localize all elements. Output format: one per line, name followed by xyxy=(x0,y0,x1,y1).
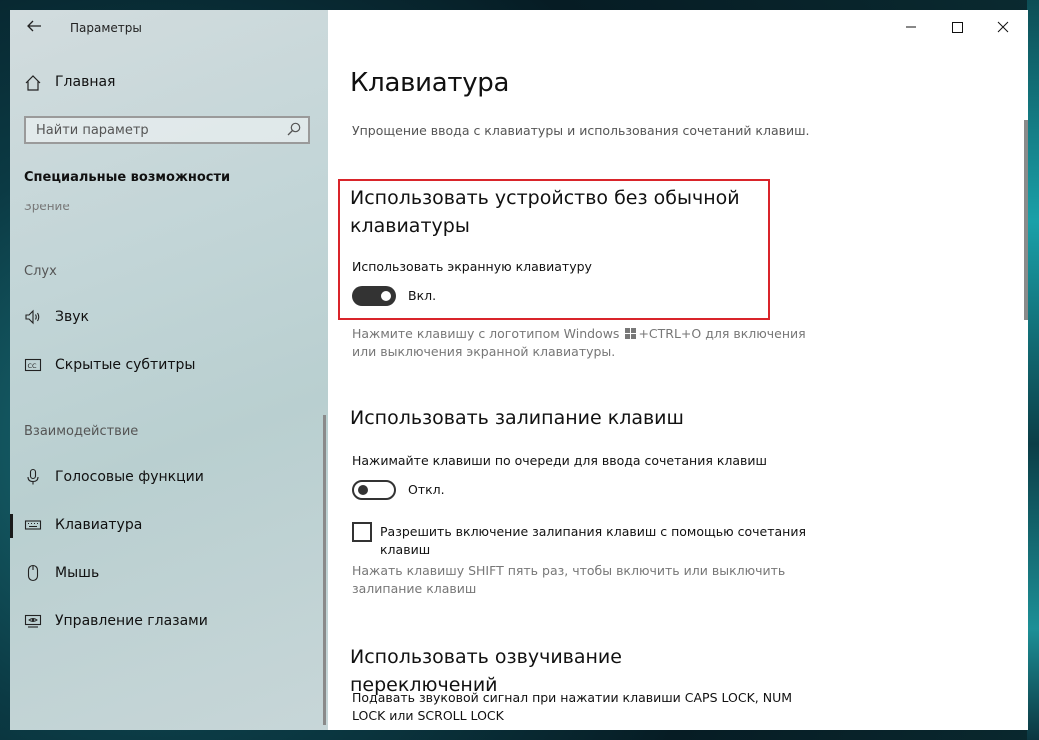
maximize-icon xyxy=(952,22,963,33)
onscreen-keyboard-toggle[interactable] xyxy=(352,286,396,306)
title-bar: Параметры xyxy=(10,10,328,46)
close-icon xyxy=(997,21,1009,33)
sidebar-item-voice[interactable]: Голосовые функции xyxy=(10,458,328,498)
microphone-icon xyxy=(24,468,44,488)
sticky-keys-shortcut-label[interactable]: Разрешить включение залипания клавиш с п… xyxy=(380,523,806,559)
speaker-icon xyxy=(24,308,44,328)
nav-home[interactable]: Главная xyxy=(10,70,328,98)
keyboard-icon xyxy=(24,516,44,536)
windows-logo-icon xyxy=(625,328,637,339)
toggle-knob xyxy=(358,485,368,495)
sidebar-item-eye-control[interactable]: Управление глазами xyxy=(10,602,328,642)
search-icon[interactable] xyxy=(286,121,302,137)
onscreen-keyboard-heading: Использовать устройство без обычной клав… xyxy=(350,184,770,240)
nav-home-label: Главная xyxy=(55,74,116,90)
group-label-hearing: Слух xyxy=(24,264,57,279)
page-subtitle: Упрощение ввода с клавиатуры и использов… xyxy=(352,123,810,138)
close-button[interactable] xyxy=(980,10,1026,42)
main-scrollbar[interactable] xyxy=(1024,120,1028,320)
onscreen-keyboard-toggle-state: Вкл. xyxy=(408,288,437,303)
minimize-button[interactable] xyxy=(888,10,934,42)
sidebar: Параметры Главная Специальные возможност… xyxy=(10,10,328,730)
closed-captions-icon: CC xyxy=(24,356,44,376)
hint-text: +CTRL+O для включения xyxy=(638,326,806,341)
sidebar-item-closed-captions[interactable]: CC Скрытые субтитры xyxy=(10,346,328,386)
sidebar-item-keyboard[interactable]: Клавиатура xyxy=(10,506,328,546)
maximize-button[interactable] xyxy=(934,10,980,42)
sidebar-item-vision-cutoff[interactable]: Зрение xyxy=(24,204,70,214)
main-content: Клавиатура Упрощение ввода с клавиатуры … xyxy=(328,10,1028,730)
onscreen-keyboard-label: Использовать экранную клавиатуру xyxy=(352,259,592,274)
search-input[interactable] xyxy=(26,118,296,142)
page-title: Клавиатура xyxy=(350,68,510,98)
sticky-keys-toggle[interactable] xyxy=(352,480,396,500)
sidebar-item-label: Управление глазами xyxy=(55,613,208,629)
desktop-background-streak xyxy=(1027,0,1039,740)
sidebar-item-label: Мышь xyxy=(55,565,100,581)
section-title: Специальные возможности xyxy=(24,170,231,185)
back-arrow-icon[interactable] xyxy=(24,18,44,38)
sticky-keys-label: Нажимайте клавиши по очереди для ввода с… xyxy=(352,453,767,468)
heading-line: Использовать устройство без обычной xyxy=(350,187,740,209)
sidebar-item-sound[interactable]: Звук xyxy=(10,298,328,338)
onscreen-keyboard-hint: Нажмите клавишу с логотипом Windows +CTR… xyxy=(352,325,812,361)
checkbox-text: клавиш xyxy=(380,542,431,557)
group-label-interaction: Взаимодействие xyxy=(24,424,139,439)
sticky-keys-hint: Нажать клавишу SHIFT пять раз, чтобы вкл… xyxy=(352,562,812,598)
mouse-icon xyxy=(24,564,44,584)
hint-text: Нажать клавишу SHIFT пять раз, чтобы вкл… xyxy=(352,563,786,578)
sidebar-item-label: Звук xyxy=(55,309,89,325)
sidebar-item-label: Голосовые функции xyxy=(55,469,204,485)
toggle-knob xyxy=(381,291,391,301)
sticky-keys-toggle-state: Откл. xyxy=(408,482,445,497)
checkbox-text: Разрешить включение залипания клавиш с п… xyxy=(380,524,806,539)
toggle-keys-description: Подавать звуковой сигнал при нажатии кла… xyxy=(352,689,792,725)
heading-line: клавиатуры xyxy=(350,215,470,237)
sidebar-item-mouse[interactable]: Мышь xyxy=(10,554,328,594)
hint-text: или выключения экранной клавиатуры. xyxy=(352,344,616,359)
settings-window: Параметры Главная Специальные возможност… xyxy=(10,10,1028,730)
sidebar-scrollbar[interactable] xyxy=(323,415,326,725)
app-title: Параметры xyxy=(70,21,142,35)
sidebar-item-label: Скрытые субтитры xyxy=(55,357,196,373)
hint-text: залипание клавиш xyxy=(352,581,477,596)
eye-control-icon xyxy=(24,612,44,632)
description-text: LOCK или SCROLL LOCK xyxy=(352,708,504,723)
home-icon xyxy=(24,74,44,94)
description-text: Подавать звуковой сигнал при нажатии кла… xyxy=(352,690,793,705)
search-box[interactable] xyxy=(24,116,310,144)
hint-text: Нажмите клавишу с логотипом Windows xyxy=(352,326,620,341)
minimize-icon xyxy=(906,26,916,28)
svg-text:CC: CC xyxy=(28,362,38,370)
sticky-keys-shortcut-checkbox[interactable] xyxy=(352,522,372,542)
sticky-keys-heading: Использовать залипание клавиш xyxy=(350,407,684,429)
sidebar-item-label: Клавиатура xyxy=(55,517,143,533)
